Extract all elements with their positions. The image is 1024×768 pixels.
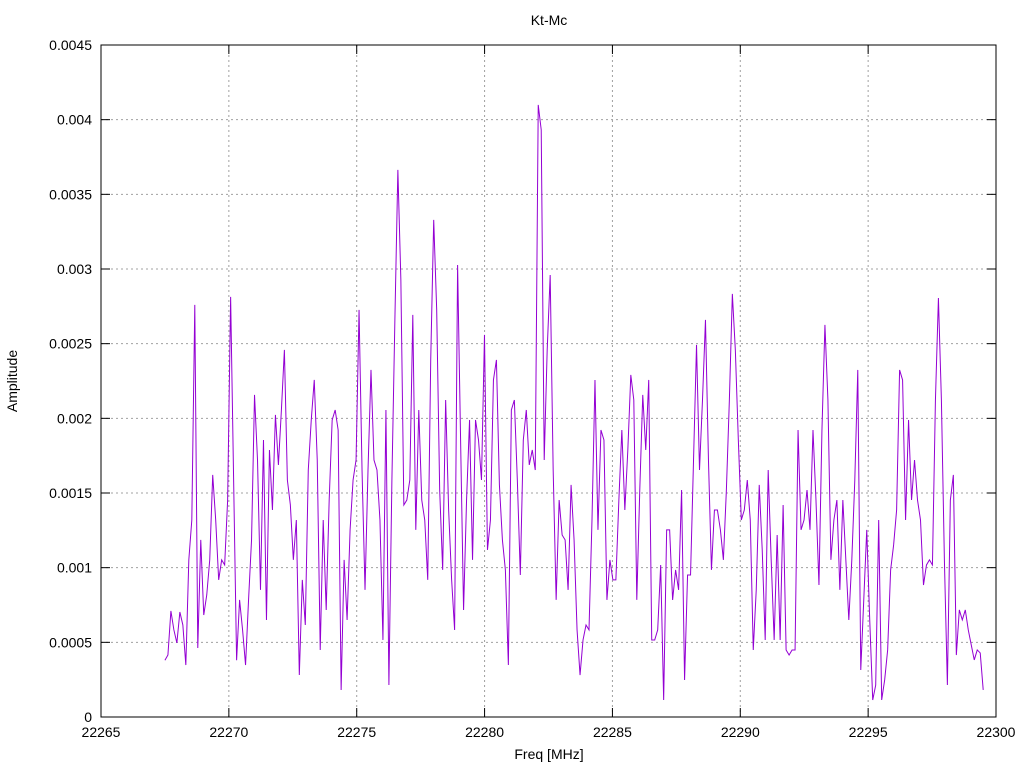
plot-border — [100, 44, 997, 718]
chart: Kt-Mc Freq [MHz] Amplitude 22265 22270 222… — [4, 12, 1016, 762]
x-tick-label: 22300 — [977, 724, 1016, 740]
x-tick-label: 22285 — [593, 724, 632, 740]
y-axis-label: Amplitude — [4, 350, 20, 412]
y-tick-label: 0.004 — [57, 112, 92, 128]
x-tick-label: 22270 — [209, 724, 248, 740]
x-tick-label: 22290 — [721, 724, 760, 740]
y-tick-label: 0.0005 — [49, 634, 92, 650]
y-tick-label: 0.0045 — [49, 37, 92, 53]
y-tick-label: 0.001 — [57, 560, 92, 576]
y-tick-label: 0.0015 — [49, 485, 92, 501]
chart-title: Kt-Mc — [531, 12, 568, 28]
x-axis-label: Freq [MHz] — [514, 746, 583, 762]
x-tick-labels: 22265 22270 22275 22280 22285 22290 22295 22300 — [82, 724, 1016, 740]
y-tick-label: 0.0025 — [49, 336, 92, 352]
x-tick-label: 22295 — [849, 724, 888, 740]
grid — [101, 45, 996, 717]
y-tick-labels: 0 0.0005 0.001 0.0015 0.002 0.0025 0.003 0.0035… — [49, 37, 92, 725]
y-tick-label: 0.002 — [57, 410, 92, 426]
x-tick-label: 22265 — [82, 724, 121, 740]
y-tick-label: 0.0035 — [49, 186, 92, 202]
x-tick-label: 22275 — [337, 724, 376, 740]
y-tick-label: 0.003 — [57, 261, 92, 277]
x-tick-label: 22280 — [465, 724, 504, 740]
axis-ticks — [100, 44, 997, 718]
y-tick-label: 0 — [84, 709, 92, 725]
